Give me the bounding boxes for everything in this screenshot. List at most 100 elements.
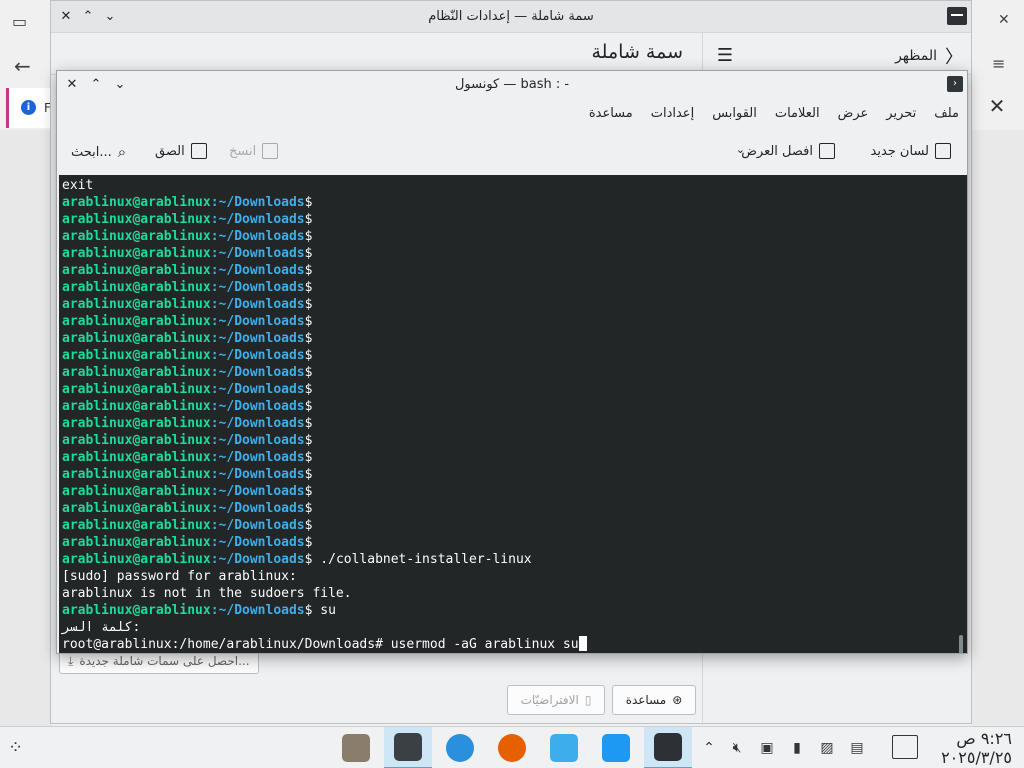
show-desktop-button[interactable] <box>892 735 918 759</box>
settings-header: سمة شاملة ☰ المظهر 〉 <box>51 33 971 75</box>
find-label: ابحث... <box>71 144 112 160</box>
terminal-line: arablinux@arablinux:~/Downloads$ <box>62 484 313 499</box>
chevron-right-icon: 〉 <box>945 47 963 68</box>
settings-titlebar: ✕ ⌃ ⌄ سمة شاملة — إعدادات النّظام <box>51 1 971 33</box>
discover-icon <box>602 734 630 762</box>
clipboard-tray-icon[interactable]: ▤ <box>848 739 866 757</box>
terminal-line: arablinux@arablinux:~/Downloads$ <box>62 433 313 448</box>
terminal-line: arablinux@arablinux:~/Downloads$ su <box>62 603 336 618</box>
menu-help[interactable]: مساعدة <box>589 106 633 121</box>
terminal-line: arablinux@arablinux:~/Downloads$ <box>62 246 313 261</box>
hamburger-menu-icon[interactable]: ☰ <box>717 45 733 66</box>
paste-label: الصق <box>155 143 185 159</box>
terminal-line: arablinux@arablinux:~/Downloads$ <box>62 314 313 329</box>
background-page-left <box>0 130 52 726</box>
terminal-line: arablinux@arablinux:~/Downloads$ <box>62 280 313 295</box>
get-new-label: احصل على سمات شاملة جديدة... <box>79 654 250 668</box>
clipboard-icon <box>190 143 207 159</box>
konsole-window: ✕ ⌃ ⌄ كونسول — bash : - › ملف تحرير عرض … <box>56 70 968 654</box>
network-icon[interactable]: ▣ <box>758 739 776 757</box>
search-icon: ⌕ <box>117 143 127 161</box>
konsole-app-icon[interactable]: › <box>947 76 963 92</box>
terminal-line: [sudo] password for arablinux: <box>62 569 297 584</box>
terminal-line: arablinux@arablinux:~/Downloads$ <box>62 212 313 227</box>
app-launcher-icon[interactable]: ⁘ <box>8 737 23 758</box>
menu-plugins[interactable]: القوابس <box>712 106 757 121</box>
settings-app-icon[interactable] <box>947 7 967 25</box>
paste-button[interactable]: الصق <box>155 143 207 159</box>
usb-icon[interactable]: ▮ <box>788 739 806 757</box>
defaults-label: الافتراضيّات <box>520 693 579 707</box>
find-button[interactable]: ابحث... ⌕ <box>71 143 126 161</box>
close-icon[interactable]: ✕ <box>998 12 1010 28</box>
split-view-dropdown-icon[interactable]: ⌄ <box>736 143 745 156</box>
terminal-line: arablinux@arablinux:~/Downloads$ <box>62 195 313 210</box>
task-dolphin[interactable] <box>540 727 588 768</box>
firefox-icon <box>498 734 526 762</box>
menu-icon[interactable]: ≡ <box>992 54 1005 73</box>
terminal-line: arablinux@arablinux:~/Downloads$ <box>62 501 313 516</box>
back-label: المظهر <box>895 48 937 64</box>
back-arrow-icon[interactable]: ← <box>14 54 31 78</box>
back-to-appearance-button[interactable]: المظهر 〉 <box>895 43 963 69</box>
volume-muted-icon[interactable]: 🔇︎ <box>728 739 746 757</box>
split-view-button[interactable]: افصل العرض <box>741 143 835 159</box>
terminal-line: arablinux@arablinux:~/Downloads$ <box>62 263 313 278</box>
terminal-line: arablinux@arablinux:~/Downloads$ <box>62 297 313 312</box>
inbox-icon[interactable]: ▭ <box>12 12 27 31</box>
terminal-line: arablinux@arablinux:~/Downloads$ <box>62 416 313 431</box>
terminal-line: arablinux@arablinux:~/Downloads$ <box>62 229 313 244</box>
clock[interactable]: ٩:٢٦ ص ٢٠٢٥/٣/٢٥ <box>941 729 1012 767</box>
task-kde-connect[interactable] <box>436 727 484 768</box>
image-icon[interactable]: ▨ <box>818 739 836 757</box>
menu-bar: ملف تحرير عرض العلامات القوابس إعدادات م… <box>57 99 967 131</box>
clock-time: ٩:٢٦ ص <box>956 729 1012 748</box>
task-konsole[interactable] <box>384 727 432 768</box>
task-firefox[interactable] <box>488 727 536 768</box>
clock-date: ٢٠٢٥/٣/٢٥ <box>941 748 1012 767</box>
terminal-line: arablinux is not in the sudoers file. <box>62 586 352 601</box>
info-icon: i <box>21 100 36 115</box>
info-bar-close-icon[interactable]: ✕ <box>982 94 1012 122</box>
terminal-line: arablinux@arablinux:~/Downloads$ <box>62 382 313 397</box>
terminal-line: exit <box>62 178 94 193</box>
menu-settings[interactable]: إعدادات <box>651 106 694 121</box>
terminal-line: arablinux@arablinux:~/Downloads$ <box>62 450 313 465</box>
terminal-line: arablinux@arablinux:~/Downloads$ <box>62 331 313 346</box>
menu-file[interactable]: ملف <box>934 106 959 121</box>
defaults-button[interactable]: الافتراضيّات ▯ <box>507 685 605 715</box>
copy-button[interactable]: انسخ <box>229 143 279 159</box>
split-view-icon <box>819 143 835 159</box>
background-page-right <box>972 130 1024 726</box>
task-gimp[interactable] <box>332 727 380 768</box>
system-settings-icon <box>654 733 682 761</box>
terminal-line: arablinux@arablinux:~/Downloads$ <box>62 348 313 363</box>
terminal-output[interactable]: exit arablinux@arablinux:~/Downloads$ ara… <box>59 175 967 653</box>
terminal-line: arablinux@arablinux:~/Downloads$ <box>62 535 313 550</box>
copy-label: انسخ <box>229 143 257 159</box>
kde-connect-icon <box>446 734 474 762</box>
terminal-line: arablinux@arablinux:~/Downloads$ <box>62 518 313 533</box>
gimp-icon <box>342 734 370 762</box>
help-button[interactable]: مساعدة ⊛ <box>612 685 696 715</box>
document-icon: ▯ <box>584 693 592 707</box>
text-cursor <box>578 636 587 651</box>
terminal-line: كلمة السر: <box>62 620 141 635</box>
terminal-line: root@arablinux:/home/arablinux/Downloads… <box>62 636 967 653</box>
menu-edit[interactable]: تحرير <box>886 106 916 121</box>
terminal-scrollbar[interactable] <box>959 635 963 653</box>
new-tab-button[interactable]: لسان جديد <box>871 143 951 159</box>
page-title: سمة شاملة <box>591 41 684 63</box>
settings-window-title: سمة شاملة — إعدادات النّظام <box>428 9 594 24</box>
lifebuoy-icon: ⊛ <box>672 693 683 707</box>
menu-bookmarks[interactable]: العلامات <box>775 106 820 121</box>
download-icon: ⤓ <box>68 653 74 668</box>
task-discover[interactable] <box>592 727 640 768</box>
terminal-line: arablinux@arablinux:~/Downloads$ <box>62 365 313 380</box>
chevron-up-icon[interactable]: ⌃ <box>700 739 718 757</box>
new-tab-icon <box>935 143 951 159</box>
dolphin-icon <box>550 734 578 762</box>
menu-view[interactable]: عرض <box>838 106 869 121</box>
konsole-icon <box>394 733 422 761</box>
task-system-settings[interactable] <box>644 727 692 768</box>
